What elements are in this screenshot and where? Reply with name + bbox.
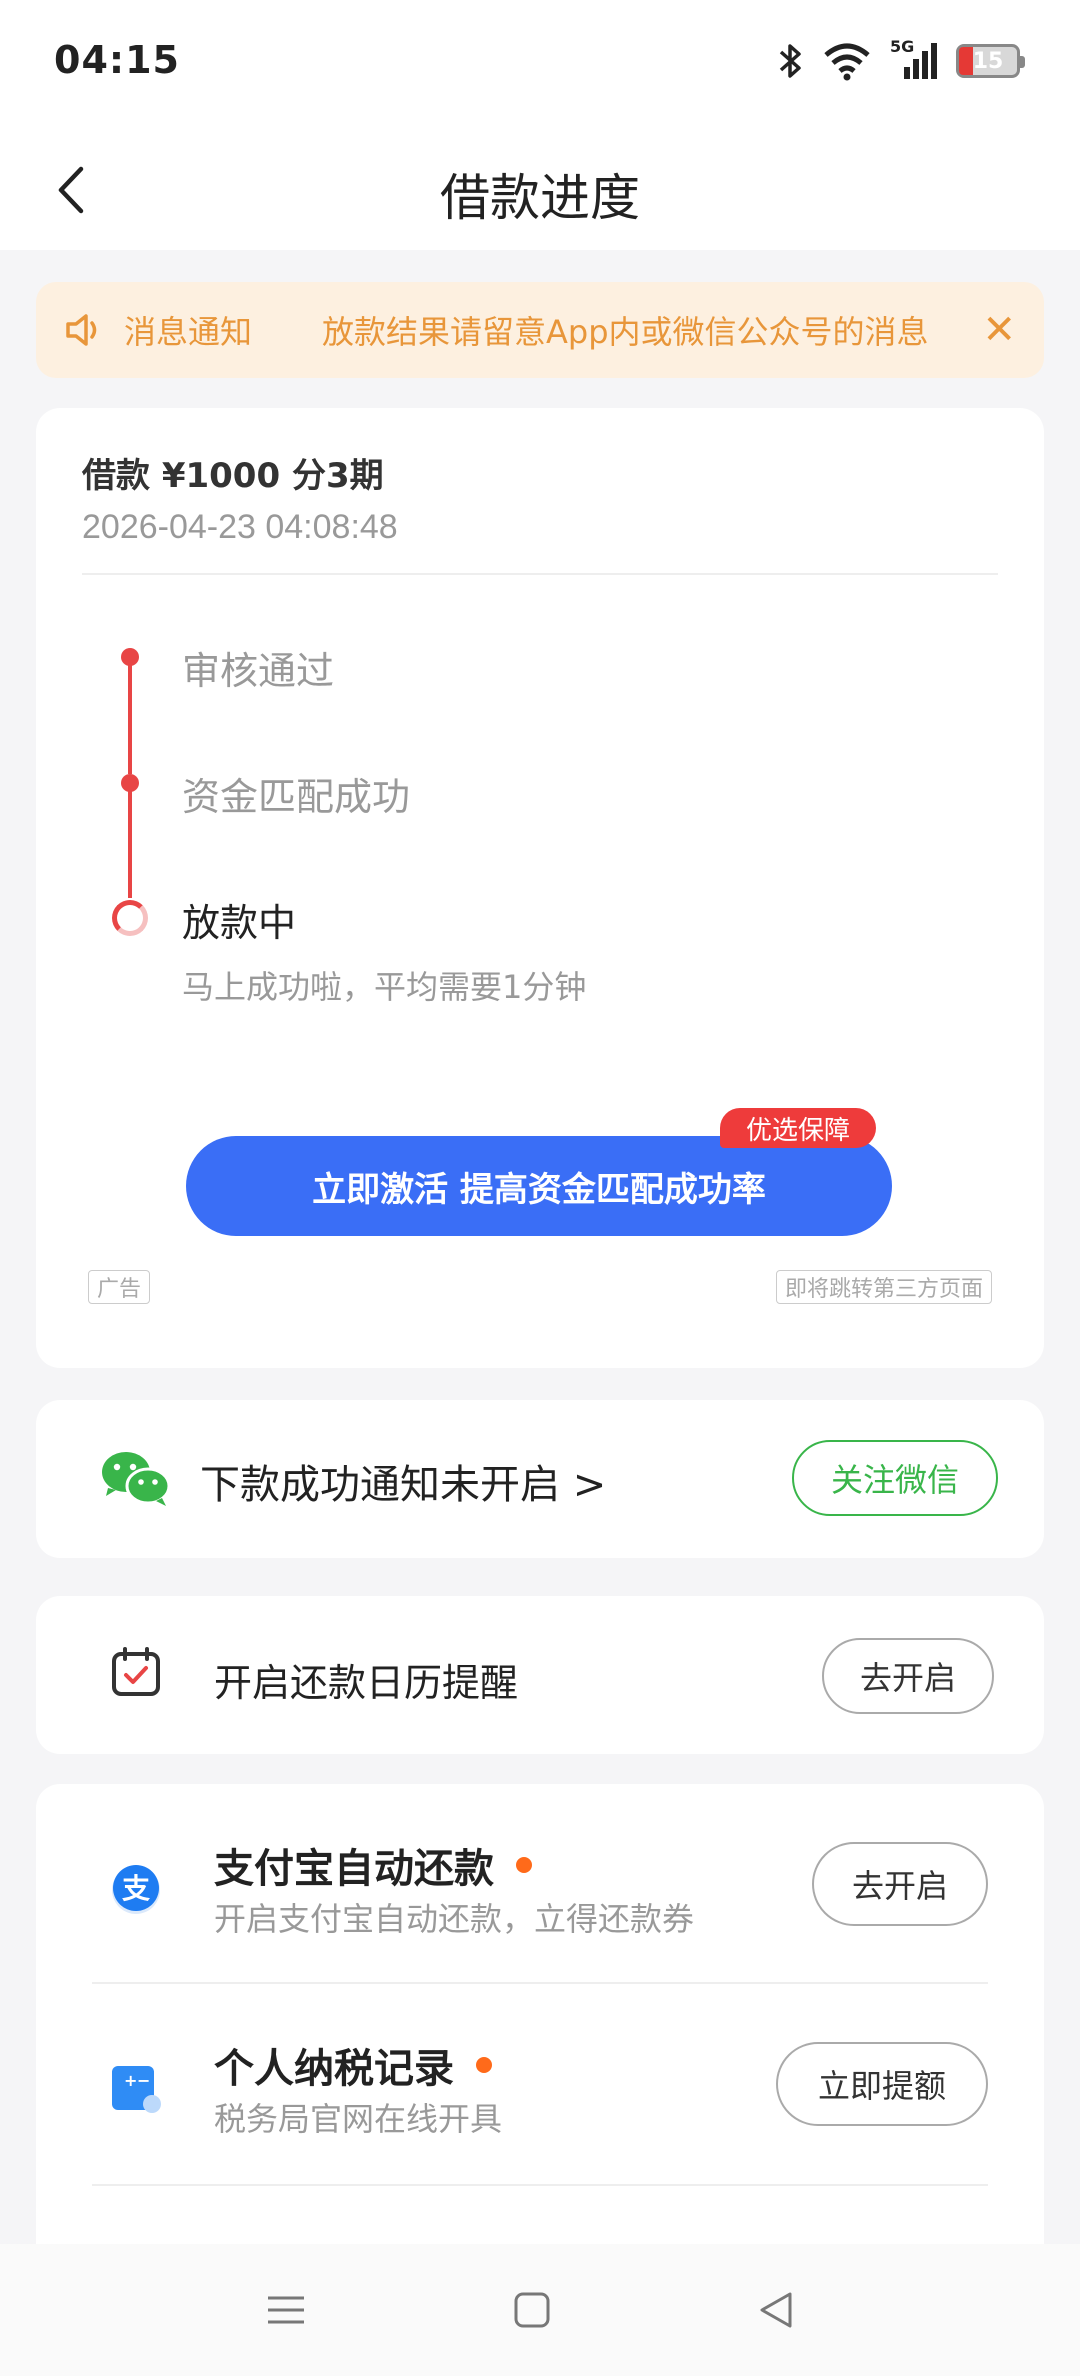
step-fund-matched: 资金匹配成功 [182,775,411,819]
wechat-notify-text: 下款成功通知未开启 > [200,1462,607,1508]
signal-5g-icon: 5G [890,37,938,81]
home-square-icon [514,2292,550,2328]
new-dot-icon [516,1857,532,1873]
status-bar: 04:15 5G 15 [0,0,1080,130]
back-nav-button[interactable] [752,2286,800,2334]
list-divider [92,1982,988,1984]
notice-text: 放款结果请留意App内或微信公众号的消息 [322,313,929,351]
list-item-title: 支付宝自动还款 [214,1836,532,1894]
status-time: 04:15 [54,38,180,82]
list-item-title: 个人纳税记录 [214,2036,492,2094]
nav-header: 借款进度 [0,130,1080,250]
tax-record-icon: + − [112,2066,161,2113]
new-dot-icon [476,2057,492,2073]
follow-wechat-button[interactable]: 关注微信 [792,1440,998,1516]
calendar-reminder-card[interactable]: 开启还款日历提醒 去开启 [36,1596,1044,1754]
speaker-icon [66,314,97,346]
step-line [128,790,132,898]
wifi-icon [824,43,870,81]
status-icons: 5G 15 [778,37,1025,84]
menu-icon [268,2296,304,2324]
step-disbursing: 放款中 [182,901,297,945]
back-triangle-icon [760,2292,792,2328]
bluetooth-icon [779,44,801,78]
activate-button[interactable]: 立即激活 提高资金匹配成功率 [186,1136,892,1236]
loading-spinner-icon [112,900,148,936]
step-line [128,664,132,774]
battery-level: 15 [972,48,1004,74]
calendar-icon [112,1647,160,1696]
enable-alipay-button[interactable]: 去开启 [812,1842,988,1926]
loan-datetime: 2026-04-23 04:08:48 [82,508,398,546]
loan-summary: 借款 ¥1000 分3期 [82,456,384,496]
notice-bar[interactable]: 消息通知 放款结果请留意App内或微信公众号的消息 ✕ [36,282,1044,378]
increase-limit-button[interactable]: 立即提额 [776,2042,988,2126]
step-disbursing-subtext: 马上成功啦，平均需要1分钟 [182,968,587,1006]
notice-label: 消息通知 [124,313,253,351]
wechat-icon [102,1452,171,1506]
wechat-notify-card[interactable]: 下款成功通知未开启 > 关注微信 [36,1400,1044,1558]
battery-icon: 15 [956,44,1025,78]
step-approved: 审核通过 [182,649,335,693]
page-title: 借款进度 [440,169,640,227]
redirect-tag: 即将跳转第三方页面 [775,1270,992,1304]
cta-badge: 优选保障 [720,1108,877,1148]
close-icon[interactable]: ✕ [976,310,1016,350]
divider [82,573,998,575]
calendar-reminder-text: 开启还款日历提醒 [214,1661,519,1705]
loan-progress-card: 借款 ¥1000 分3期 2026-04-23 04:08:48 审核通过 资金… [36,408,1044,1368]
ad-tag: 广告 [88,1270,151,1304]
menu-button[interactable] [262,2286,310,2334]
svg-text:−: − [137,2071,150,2090]
list-item-subtitle: 税务局官网在线开具 [214,2100,503,2138]
list-divider [92,2184,988,2186]
enable-calendar-button[interactable]: 去开启 [822,1638,994,1714]
system-nav-bar [0,2244,1080,2376]
alipay-icon: 支 [112,1865,160,1914]
list-item-subtitle: 开启支付宝自动还款，立得还款券 [214,1900,695,1938]
svg-text:+: + [124,2071,137,2090]
home-button[interactable] [508,2286,556,2334]
svg-text:支: 支 [122,1872,150,1905]
